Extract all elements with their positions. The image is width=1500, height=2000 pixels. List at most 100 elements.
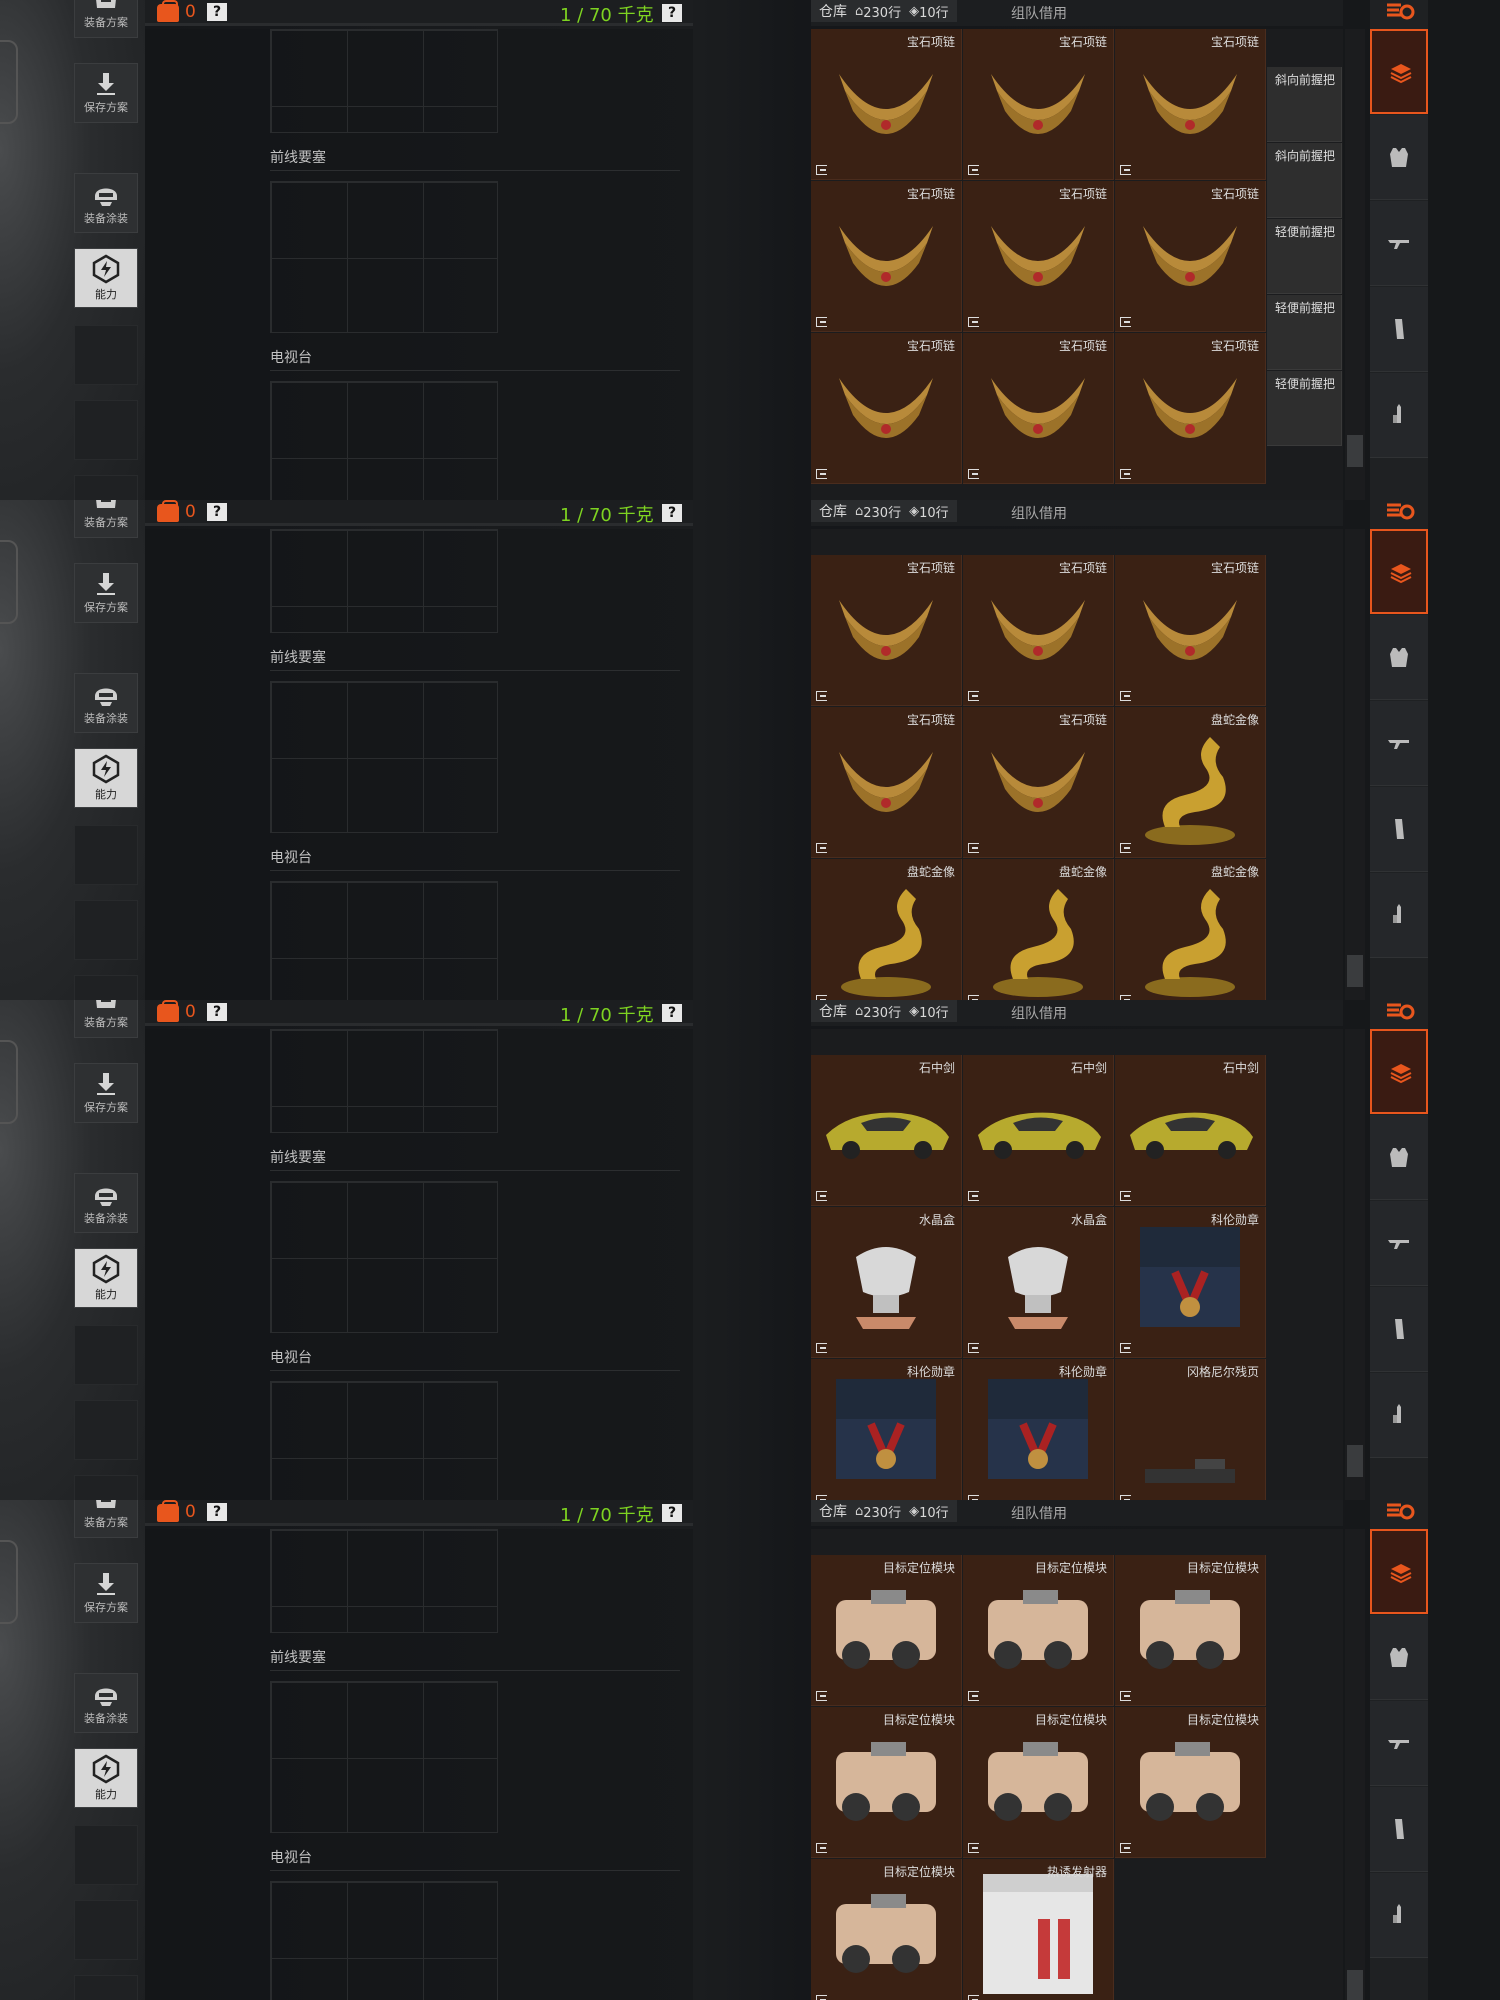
save-plan-button[interactable]: 保存方案 (74, 563, 138, 623)
slot-grid[interactable] (270, 681, 498, 833)
category-magazine[interactable] (1370, 1287, 1428, 1372)
storage-item-cell[interactable]: 目标定位模块 (811, 1859, 962, 2000)
storage-item-cell[interactable]: 宝石项链 (963, 555, 1114, 706)
storage-item-cell[interactable]: 宝石项链 (811, 181, 962, 332)
weight-help-button[interactable]: ? (662, 504, 682, 522)
scrollbar-thumb[interactable] (1347, 955, 1363, 987)
tab-warehouse[interactable]: 仓库 ⌂ 230行 ◈ 10行 (811, 1500, 957, 1522)
ability-button[interactable]: 能力 (74, 1748, 138, 1808)
storage-item-cell[interactable]: 科伦勋章 (963, 1359, 1114, 1500)
slot-grid[interactable] (270, 29, 498, 133)
scrollbar-thumb[interactable] (1347, 1970, 1363, 2000)
equip-plan-button[interactable]: 装备方案 (74, 1000, 138, 1038)
category-vest[interactable] (1370, 115, 1428, 200)
weight-help-button[interactable]: ? (662, 4, 682, 22)
storage-item-cell[interactable]: 目标定位模块 (1115, 1707, 1266, 1858)
scrollbar[interactable] (1345, 1029, 1365, 1500)
slot-grid[interactable] (270, 1381, 498, 1500)
slot-grid[interactable] (270, 1029, 498, 1133)
tab-warehouse[interactable]: 仓库 ⌂ 230行 ◈ 10行 (811, 500, 957, 522)
category-ammo[interactable] (1370, 1373, 1428, 1458)
ability-button[interactable]: 能力 (74, 248, 138, 308)
storage-item-cell[interactable]: 宝石项链 (963, 333, 1114, 484)
storage-item-cell[interactable]: 石中剑 (1115, 1055, 1266, 1206)
slot-grid[interactable] (270, 181, 498, 333)
storage-item-cell[interactable]: 石中剑 (811, 1055, 962, 1206)
storage-item-cell[interactable]: 石中剑 (963, 1055, 1114, 1206)
help-button[interactable]: ? (207, 1503, 227, 1521)
scrollbar[interactable] (1345, 1529, 1365, 2000)
storage-item-cell[interactable]: 宝石项链 (811, 555, 962, 706)
category-magazine[interactable] (1370, 287, 1428, 372)
slot-grid[interactable] (270, 1181, 498, 1333)
storage-item-cell[interactable]: 目标定位模块 (963, 1707, 1114, 1858)
category-layers[interactable] (1370, 1529, 1428, 1614)
storage-item-cell[interactable]: 目标定位模块 (963, 1555, 1114, 1706)
slot-grid[interactable] (270, 1529, 498, 1633)
storage-item-cell[interactable]: 宝石项链 (811, 333, 962, 484)
storage-item-cell[interactable]: 水晶盒 (963, 1207, 1114, 1358)
storage-item-cell[interactable]: 轻便前握把 (1267, 371, 1342, 446)
slot-grid[interactable] (270, 1681, 498, 1833)
slot-grid[interactable] (270, 1881, 498, 2000)
storage-item-cell[interactable]: 宝石项链 (1115, 181, 1266, 332)
category-rifle[interactable] (1370, 1701, 1428, 1786)
tab-team-borrow[interactable]: 组队借用 (1011, 1503, 1067, 1523)
equip-skin-button[interactable]: 装备涂装 (74, 173, 138, 233)
category-ammo[interactable] (1370, 873, 1428, 958)
storage-item-cell[interactable]: 盘蛇金像 (811, 859, 962, 1000)
storage-item-cell[interactable]: 水晶盒 (811, 1207, 962, 1358)
storage-item-cell[interactable]: 盘蛇金像 (963, 859, 1114, 1000)
tab-warehouse[interactable]: 仓库 ⌂ 230行 ◈ 10行 (811, 1000, 957, 1022)
scrollbar[interactable] (1345, 529, 1365, 1000)
slot-grid[interactable] (270, 529, 498, 633)
swap-icon[interactable] (1385, 500, 1415, 522)
save-plan-button[interactable]: 保存方案 (74, 1063, 138, 1123)
swap-icon[interactable] (1385, 1500, 1415, 1522)
tab-team-borrow[interactable]: 组队借用 (1011, 3, 1067, 23)
category-vest[interactable] (1370, 1615, 1428, 1700)
scrollbar[interactable] (1345, 29, 1365, 500)
storage-item-cell[interactable]: 热诱发射器 (963, 1859, 1114, 2000)
equip-skin-button[interactable]: 装备涂装 (74, 673, 138, 733)
help-button[interactable]: ? (207, 1003, 227, 1021)
storage-item-cell[interactable]: 宝石项链 (1115, 29, 1266, 180)
scrollbar-thumb[interactable] (1347, 435, 1363, 467)
help-button[interactable]: ? (207, 3, 227, 21)
category-vest[interactable] (1370, 1115, 1428, 1200)
category-layers[interactable] (1370, 1029, 1428, 1114)
storage-item-cell[interactable]: 宝石项链 (1115, 555, 1266, 706)
equip-skin-button[interactable]: 装备涂装 (74, 1673, 138, 1733)
category-magazine[interactable] (1370, 1787, 1428, 1872)
storage-item-cell[interactable]: 轻便前握把 (1267, 219, 1342, 294)
save-plan-button[interactable]: 保存方案 (74, 63, 138, 123)
help-button[interactable]: ? (207, 503, 227, 521)
equip-plan-button[interactable]: 装备方案 (74, 500, 138, 538)
weight-help-button[interactable]: ? (662, 1504, 682, 1522)
slot-grid[interactable] (270, 881, 498, 1000)
category-rifle[interactable] (1370, 701, 1428, 786)
storage-item-cell[interactable]: 盘蛇金像 (1115, 859, 1266, 1000)
category-vest[interactable] (1370, 615, 1428, 700)
storage-item-cell[interactable]: 宝石项链 (963, 29, 1114, 180)
tab-team-borrow[interactable]: 组队借用 (1011, 1003, 1067, 1023)
storage-item-cell[interactable]: 宝石项链 (963, 181, 1114, 332)
storage-item-cell[interactable]: 轻便前握把 (1267, 295, 1342, 370)
storage-item-cell[interactable]: 科伦勋章 (1115, 1207, 1266, 1358)
category-ammo[interactable] (1370, 1873, 1428, 1958)
category-ammo[interactable] (1370, 373, 1428, 458)
equip-skin-button[interactable]: 装备涂装 (74, 1173, 138, 1233)
storage-item-cell[interactable]: 斜向前握把 (1267, 143, 1342, 218)
storage-item-cell[interactable]: 目标定位模块 (1115, 1555, 1266, 1706)
tab-warehouse[interactable]: 仓库 ⌂ 230行 ◈ 10行 (811, 0, 957, 22)
ability-button[interactable]: 能力 (74, 748, 138, 808)
ability-button[interactable]: 能力 (74, 1248, 138, 1308)
save-plan-button[interactable]: 保存方案 (74, 1563, 138, 1623)
category-rifle[interactable] (1370, 1201, 1428, 1286)
slot-grid[interactable] (270, 381, 498, 500)
storage-item-cell[interactable]: 目标定位模块 (811, 1707, 962, 1858)
scrollbar-thumb[interactable] (1347, 1445, 1363, 1477)
weight-help-button[interactable]: ? (662, 1004, 682, 1022)
category-layers[interactable] (1370, 29, 1428, 114)
equip-plan-button[interactable]: 装备方案 (74, 1500, 138, 1538)
